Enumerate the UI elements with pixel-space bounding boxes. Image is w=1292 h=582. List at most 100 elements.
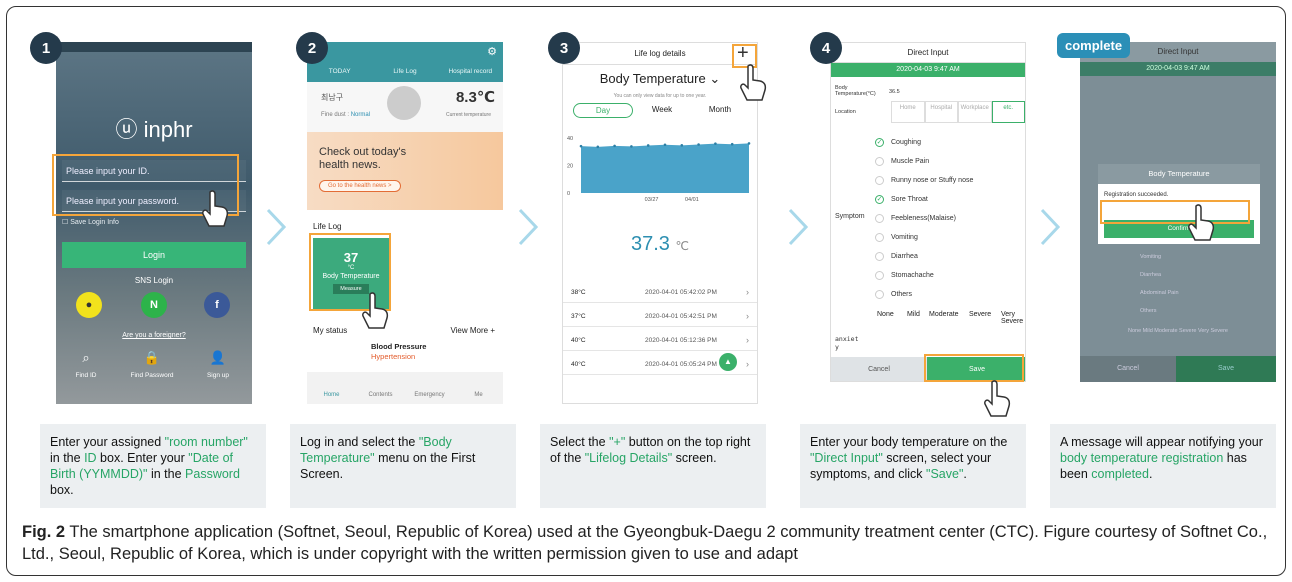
tab-today[interactable]: TODAY xyxy=(307,68,372,75)
level-severe: Severe xyxy=(969,311,992,318)
record-row[interactable]: 37°C 2020-04-01 05:42:51 PM › xyxy=(563,305,757,327)
find-id-button[interactable]: ⌕ Find ID xyxy=(56,350,116,379)
symptom-muscle-pain[interactable]: Muscle Pain xyxy=(875,157,929,166)
location-hospital[interactable]: Hospital xyxy=(924,101,958,123)
segment-month[interactable]: Month xyxy=(691,103,749,118)
gear-icon[interactable]: ⚙ xyxy=(487,45,497,58)
kakao-icon[interactable]: ● xyxy=(76,292,102,318)
body-temperature-value[interactable]: 36.5 xyxy=(889,89,900,95)
location-options: Home Hospital Workplace etc. xyxy=(891,101,1025,123)
chevron-right-icon: › xyxy=(746,359,749,369)
level-none: None xyxy=(877,311,894,318)
cancel-button: Cancel xyxy=(1080,356,1176,382)
check-icon: ✓ xyxy=(875,138,884,147)
direct-input-screen: Direct Input 2020-04-03 9:47 AM Body Tem… xyxy=(830,42,1026,382)
location-home[interactable]: Home xyxy=(891,101,925,123)
person-icon: 👤 xyxy=(209,350,227,365)
step-2-description: Log in and select the "Body Temperature"… xyxy=(290,424,516,508)
symptom-label: Symptom xyxy=(835,213,865,220)
data-point xyxy=(579,144,583,148)
step-badge: 3 xyxy=(548,32,580,64)
naver-icon[interactable]: N xyxy=(141,292,167,318)
symptom-others[interactable]: Others xyxy=(875,290,912,299)
segment-week[interactable]: Week xyxy=(633,103,691,118)
weather-info: 최남구 Fine dust : Normal 8.3℃ Current temp… xyxy=(307,82,503,132)
data-point xyxy=(613,144,616,148)
app-header: ⚙ xyxy=(307,42,503,82)
screen-header: Life log details xyxy=(563,43,757,65)
step-4-description: Enter your body temperature on the "Dire… xyxy=(800,424,1026,508)
symptom-runny-nose[interactable]: Runny nose or Stuffy nose xyxy=(875,176,973,185)
bg-item: Others xyxy=(1140,308,1157,314)
step-1-description: Enter your assigned "room number" in the… xyxy=(40,424,266,508)
body-temperature-label: Body Temperature(°C) xyxy=(835,85,876,97)
symptom-coughing[interactable]: ✓ Coughing xyxy=(875,138,921,147)
chevron-right-icon xyxy=(518,208,538,246)
hand-pointer-icon xyxy=(1188,204,1215,241)
temperature-caption: Current temperature xyxy=(445,112,491,118)
hand-pointer-icon xyxy=(362,292,389,329)
data-point xyxy=(680,144,684,147)
data-point xyxy=(630,145,633,148)
record-row[interactable]: 38°C 2020-04-01 05:42:02 PM › xyxy=(563,281,757,303)
step-badge: 1 xyxy=(30,32,62,64)
chevron-right-icon xyxy=(1040,208,1060,246)
chevron-right-icon: › xyxy=(746,311,749,321)
symptom-diarrhea[interactable]: Diarrhea xyxy=(875,252,918,261)
data-point xyxy=(714,142,717,145)
bottom-nav: Home Contents Emergency Me xyxy=(307,372,503,404)
avatar xyxy=(387,86,421,120)
find-password-button[interactable]: 🔒 Find Password xyxy=(122,350,182,379)
symptom-feebleness[interactable]: Feebleness(Malaise) xyxy=(875,214,956,223)
data-point xyxy=(646,144,650,147)
save-login-checkbox[interactable]: ☐ Save Login Info xyxy=(62,218,119,226)
foreigner-link[interactable]: Are you a foreigner? xyxy=(56,332,252,339)
metric-title[interactable]: Body Temperature ⌄ xyxy=(563,71,757,87)
hand-pointer-icon xyxy=(740,64,767,101)
scroll-up-button[interactable]: ▲ xyxy=(719,353,737,371)
sign-up-button[interactable]: 👤 Sign up xyxy=(188,350,248,379)
highlight-box xyxy=(924,354,1024,382)
y-tick-label: 20 xyxy=(567,163,573,169)
search-icon: ⌕ xyxy=(82,350,90,365)
highlight-box xyxy=(1100,200,1250,224)
blood-pressure-label: Blood Pressure xyxy=(371,342,427,351)
input-date: 2020-04-03 9:47 AM xyxy=(1080,62,1276,76)
add-button[interactable]: + xyxy=(737,42,749,65)
tab-hospital-record[interactable]: Hospital record xyxy=(438,68,503,75)
modal-title: Body Temperature xyxy=(1098,164,1260,184)
sns-login-label: SNS Login xyxy=(134,276,174,285)
health-news-button[interactable]: Go to the health news > xyxy=(319,180,401,192)
level-very-severe: Very Severe xyxy=(1001,311,1024,325)
hand-pointer-icon xyxy=(984,380,1011,417)
cancel-button[interactable]: Cancel xyxy=(831,357,927,381)
nav-emergency[interactable]: Emergency xyxy=(405,372,454,404)
chevron-right-icon xyxy=(788,208,808,246)
tab-bar: TODAY Life Log Hospital record xyxy=(307,68,503,75)
symptom-stomachache[interactable]: Stomachache xyxy=(875,271,934,280)
current-temperature: 37.3 ℃ xyxy=(631,233,689,255)
location-etc[interactable]: etc. xyxy=(991,101,1025,123)
tab-life-log[interactable]: Life Log xyxy=(372,68,437,75)
life-log-details-screen: Life log details Body Temperature ⌄ You … xyxy=(562,42,758,404)
nav-contents[interactable]: Contents xyxy=(356,372,405,404)
symptom-vomiting[interactable]: Vomiting xyxy=(875,233,918,242)
symptom-sore-throat[interactable]: ✓ Sore Throat xyxy=(875,195,928,204)
bg-item: Vomiting xyxy=(1140,254,1162,260)
bg-item: Diarrhea xyxy=(1140,272,1162,278)
check-icon: ✓ xyxy=(875,195,884,204)
facebook-icon[interactable]: f xyxy=(204,292,230,318)
screen-header: Direct Input xyxy=(831,43,1025,63)
step-3-description: Select the "+" button on the top right o… xyxy=(540,424,766,508)
chevron-down-icon: ⌄ xyxy=(709,71,721,86)
health-news-banner[interactable]: Check out today's health news. Go to the… xyxy=(307,132,503,210)
view-more-link[interactable]: View More + xyxy=(450,326,495,335)
location-workplace[interactable]: Workplace xyxy=(958,101,992,123)
data-point xyxy=(747,142,751,145)
record-row[interactable]: 40°C 2020-04-01 05:12:36 PM › xyxy=(563,329,757,351)
nav-home[interactable]: Home xyxy=(307,372,356,404)
data-point xyxy=(697,143,700,146)
login-button[interactable]: Login xyxy=(62,242,246,268)
nav-me[interactable]: Me xyxy=(454,372,503,404)
segment-day[interactable]: Day xyxy=(573,103,633,118)
